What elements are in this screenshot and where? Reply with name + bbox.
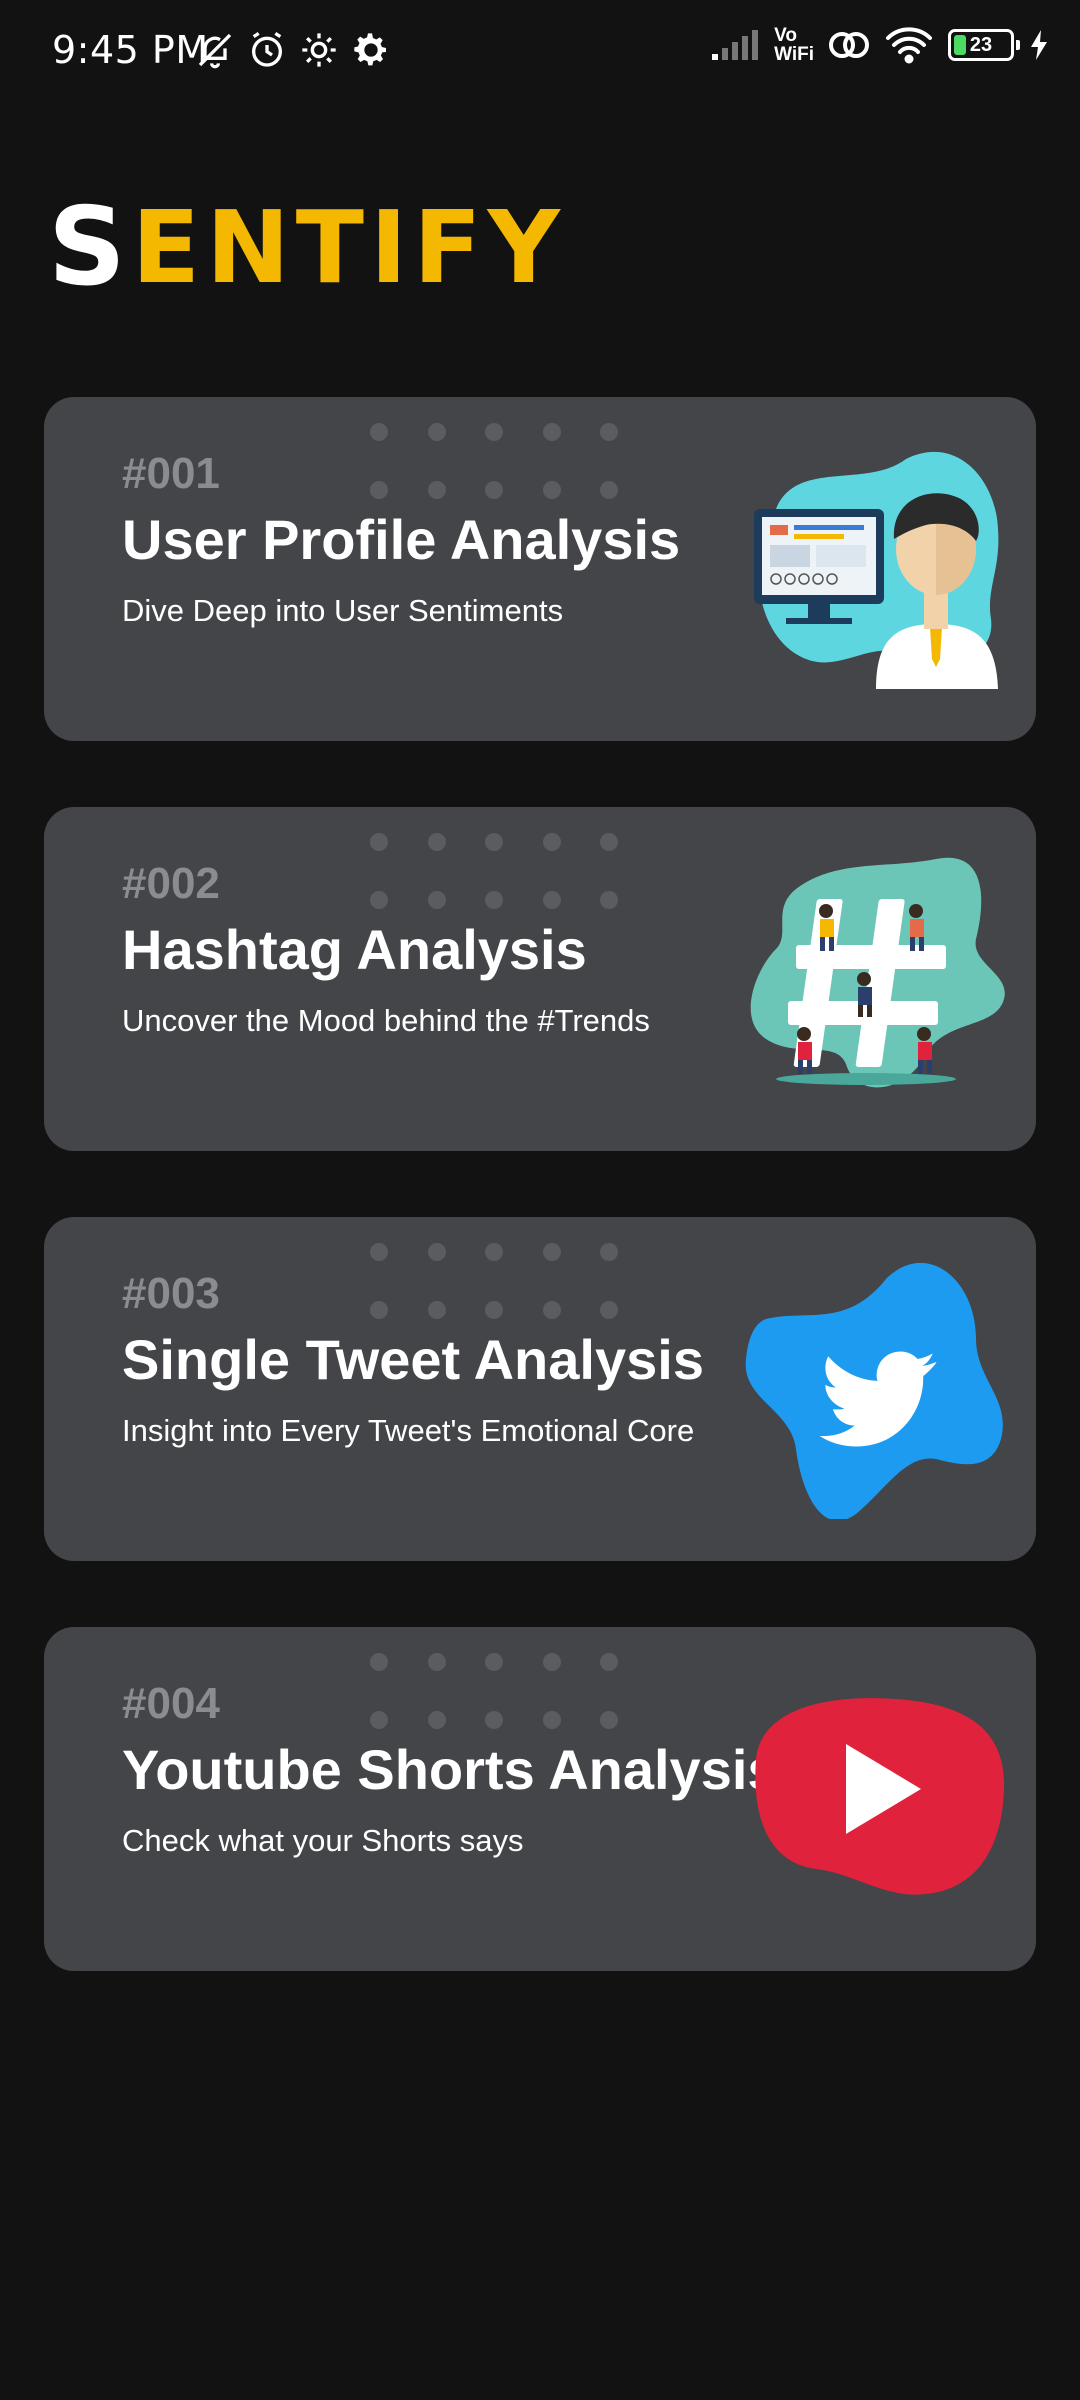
bell-off-icon (198, 33, 232, 69)
decorative-dots (370, 1243, 640, 1323)
hashtag-illustration (750, 857, 1005, 1088)
decorative-dot (485, 1301, 503, 1319)
decorative-dot (427, 423, 446, 441)
hotspot-icon (829, 32, 869, 58)
signal-icon (712, 30, 759, 60)
vowifi-top: Vo (774, 25, 797, 46)
decorative-dot (542, 1243, 561, 1261)
decorative-dot (370, 1301, 388, 1319)
user-profile-illustration (754, 451, 999, 689)
decorative-dot (542, 891, 561, 909)
card-youtube-shorts-analysis[interactable]: #004 Youtube Shorts Analysis Check what … (44, 1627, 1036, 1971)
gear-icon (354, 33, 386, 66)
battery-icon: 23 (948, 29, 1020, 61)
logo-first-letter: S (48, 185, 132, 310)
decorative-dot (485, 481, 503, 499)
card-number: #001 (122, 449, 220, 498)
card-title: Single Tweet Analysis (122, 1328, 704, 1391)
decorative-dots (370, 1653, 640, 1733)
decorative-dot (600, 1243, 618, 1261)
app-logo: S ENTIFY (48, 185, 566, 310)
card-title: Hashtag Analysis (122, 918, 587, 981)
decorative-dot (600, 833, 618, 851)
battery-level: 23 (969, 34, 993, 56)
decorative-dot (370, 423, 388, 441)
decorative-dot (542, 1653, 561, 1671)
decorative-dots (370, 423, 640, 503)
vowifi-bottom: WiFi (774, 44, 814, 65)
decorative-dot (370, 891, 388, 909)
card-subtitle: Dive Deep into User Sentiments (122, 593, 564, 628)
decorative-dot (427, 1301, 446, 1319)
card-single-tweet-analysis[interactable]: #003 Single Tweet Analysis Insight into … (44, 1217, 1036, 1561)
card-subtitle: Insight into Every Tweet's Emotional Cor… (122, 1413, 695, 1448)
card-title: Youtube Shorts Analysis (122, 1738, 779, 1801)
card-number: #003 (122, 1269, 220, 1318)
status-bar: 9:45 PM Vo WiFi 23 (0, 0, 1080, 100)
decorative-dot (600, 891, 618, 909)
decorative-dot (542, 1711, 561, 1729)
decorative-dot (427, 1653, 446, 1671)
decorative-dot (600, 1653, 618, 1671)
card-number: #004 (122, 1679, 220, 1728)
decorative-dot (485, 833, 503, 851)
decorative-dot (370, 1243, 388, 1261)
decorative-dot (600, 1301, 618, 1319)
decorative-dots (370, 833, 640, 913)
card-number: #002 (122, 859, 220, 908)
decorative-dot (485, 891, 503, 909)
status-left-icons (195, 30, 391, 70)
decorative-dot (427, 481, 446, 499)
decorative-dot (542, 481, 561, 499)
decorative-dot (370, 481, 388, 499)
card-subtitle: Uncover the Mood behind the #Trends (122, 1003, 650, 1038)
decorative-dot (485, 1711, 503, 1729)
decorative-dot (600, 1711, 618, 1729)
logo-rest: ENTIFY (131, 189, 566, 306)
charging-icon (1031, 30, 1047, 60)
decorative-dot (485, 1243, 503, 1261)
decorative-dot (370, 833, 388, 851)
decorative-dot (542, 1301, 561, 1319)
decorative-dot (370, 1711, 388, 1729)
wifi-icon (886, 27, 932, 64)
decorative-dot (600, 481, 618, 499)
alarm-icon (252, 31, 282, 67)
card-subtitle: Check what your Shorts says (122, 1823, 524, 1858)
decorative-dot (485, 1653, 503, 1671)
decorative-dot (542, 833, 561, 851)
card-title: User Profile Analysis (122, 508, 681, 571)
card-hashtag-analysis[interactable]: #002 Hashtag Analysis Uncover the Mood b… (44, 807, 1036, 1151)
decorative-dot (427, 833, 446, 851)
twitter-bird-icon (745, 1262, 1003, 1519)
decorative-dot (427, 891, 446, 909)
card-user-profile-analysis[interactable]: #001 User Profile Analysis Dive Deep int… (44, 397, 1036, 741)
decorative-dot (370, 1653, 388, 1671)
decorative-dot (485, 423, 503, 441)
decorative-dot (427, 1243, 446, 1261)
decorative-dot (600, 423, 618, 441)
youtube-play-icon (755, 1698, 1005, 1895)
decorative-dot (542, 423, 561, 441)
status-time: 9:45 PM (52, 28, 209, 72)
vowifi-icon: Vo WiFi (774, 26, 814, 64)
decorative-dot (427, 1711, 446, 1729)
settings-icon (302, 33, 336, 67)
status-right-icons: Vo WiFi 23 (710, 26, 1050, 64)
